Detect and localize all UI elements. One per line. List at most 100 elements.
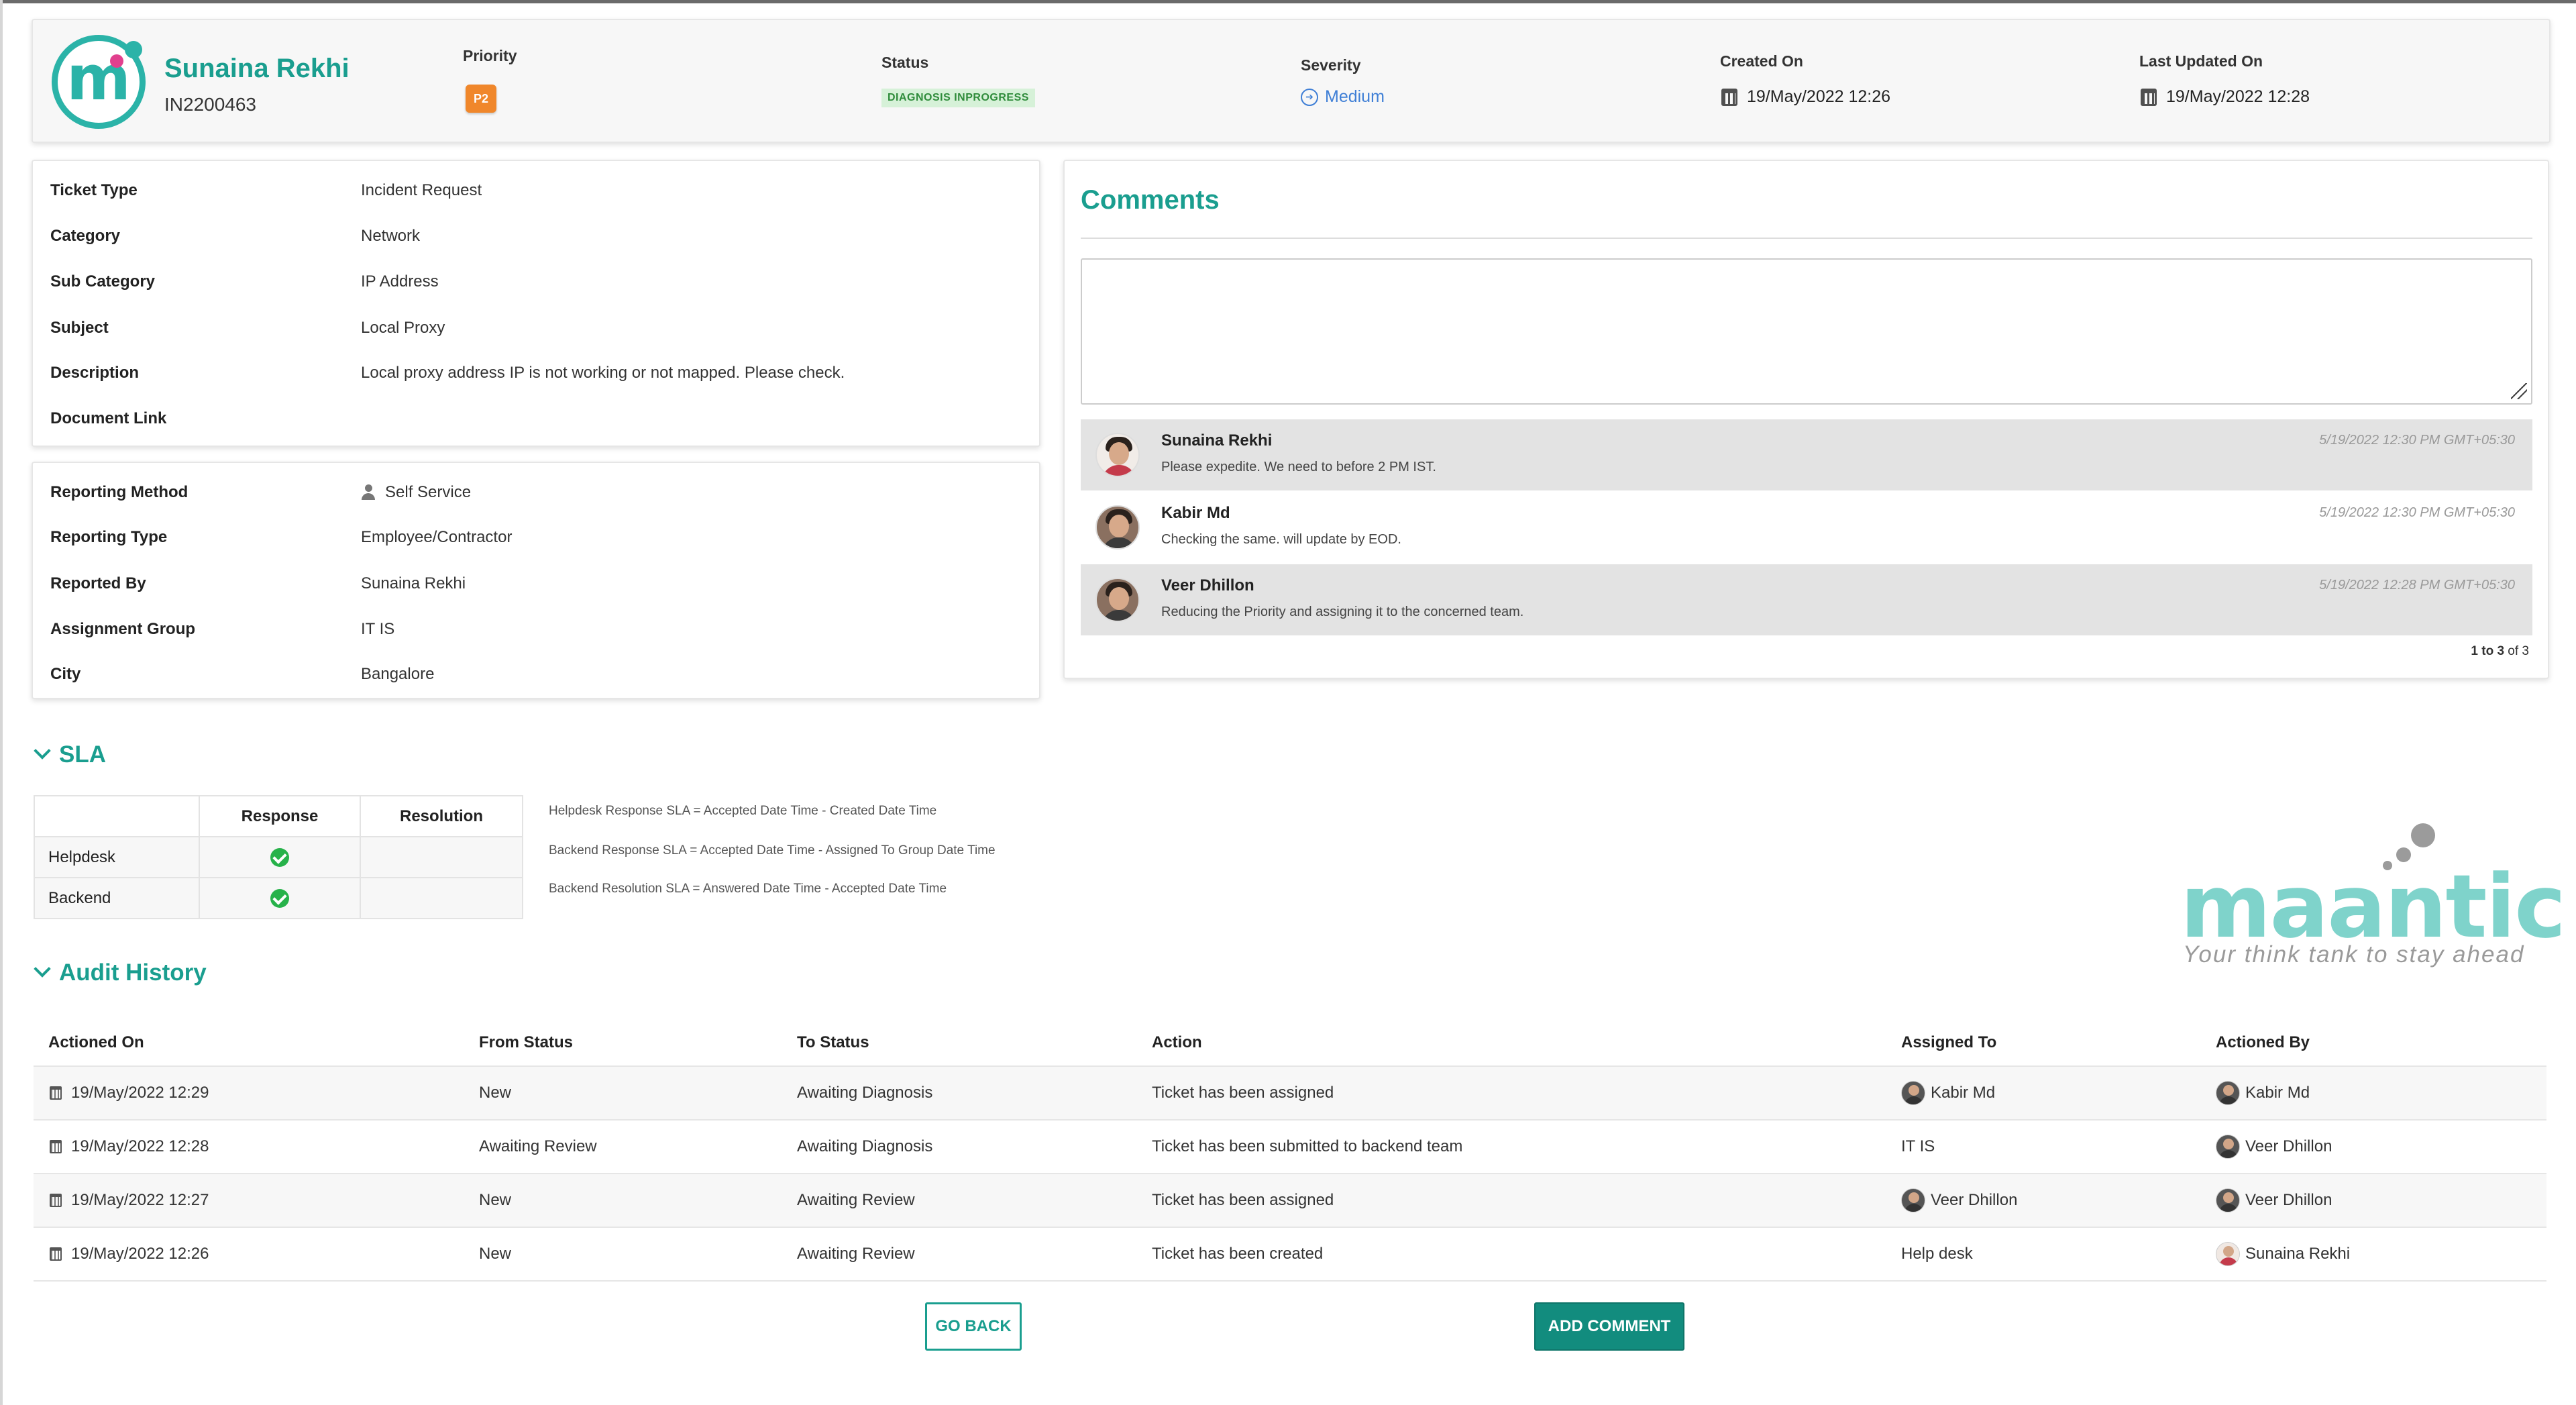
status-field: Status: [881, 54, 928, 72]
comment-input[interactable]: [1081, 258, 2532, 405]
avatar: [1095, 433, 1140, 477]
sla-response-cell: [199, 877, 361, 919]
audit-table-header: Actioned On From Status To Status Action…: [34, 1020, 2546, 1067]
avatar: [2216, 1135, 2240, 1159]
audit-section-toggle[interactable]: Audit History: [34, 959, 207, 986]
sla-row-backend: Backend: [34, 877, 523, 919]
reporting-value: Sunaina Rekhi: [361, 574, 466, 592]
audit-from-status: New: [479, 1245, 512, 1263]
detail-value: Local proxy address IP is not working or…: [361, 364, 845, 382]
priority-field: Priority: [463, 47, 517, 65]
sla-resolution-cell: [360, 877, 523, 919]
window-left-border: [0, 0, 3, 1405]
sla-note: Backend Response SLA = Accepted Date Tim…: [549, 843, 996, 857]
pager-range: 1 to 3: [2471, 644, 2505, 658]
comment-item: Kabir Md Checking the same. will update …: [1081, 492, 2532, 563]
audit-assigned-name: Kabir Md: [1931, 1084, 1996, 1102]
audit-date: 19/May/2022 12:27: [71, 1191, 209, 1209]
audit-actioned-on: 19/May/2022 12:29: [50, 1084, 209, 1102]
arrow-circle-icon: ➔: [1301, 88, 1318, 106]
created-label: Created On: [1720, 52, 1803, 70]
user-name: Sunaina Rekhi: [164, 54, 350, 83]
sla-note: Helpdesk Response SLA = Accepted Date Ti…: [549, 804, 937, 818]
comment-time: 5/19/2022 12:28 PM GMT+05:30: [2319, 578, 2515, 592]
table-row: 19/May/2022 12:27 New Awaiting Review Ti…: [34, 1174, 2546, 1228]
audit-actioned-by: Veer Dhillon: [2216, 1188, 2332, 1212]
table-row: 19/May/2022 12:26 New Awaiting Review Ti…: [34, 1228, 2546, 1282]
audit-action: Ticket has been created: [1152, 1245, 1324, 1263]
audit-actioned-on: 19/May/2022 12:27: [50, 1191, 209, 1210]
ticket-details-card: Ticket Type Incident Request Category Ne…: [32, 160, 1040, 447]
avatar: [1901, 1081, 1925, 1105]
brand-watermark: maantic Your think tank to stay ahead: [2180, 823, 2566, 976]
audit-col-actioned-on: Actioned On: [48, 1033, 144, 1051]
audit-to-status: Awaiting Review: [797, 1245, 915, 1263]
resize-handle-icon[interactable]: [2511, 383, 2527, 399]
sla-response-cell: [199, 836, 361, 878]
comment-text: Please expedite. We need to before 2 PM …: [1161, 460, 1436, 474]
sla-row-label: Backend: [34, 877, 200, 919]
detail-key: Subject: [50, 319, 109, 337]
audit-assigned-to: Help desk: [1901, 1245, 1973, 1263]
audit-col-actioned-by: Actioned By: [2216, 1033, 2310, 1051]
detail-key: Document Link: [50, 409, 167, 427]
audit-to-status: Awaiting Review: [797, 1191, 915, 1209]
created-field: Created On: [1720, 52, 1803, 70]
audit-col-from-status: From Status: [479, 1033, 574, 1051]
window-top-border: [0, 0, 2576, 3]
comment-text: Checking the same. will update by EOD.: [1161, 532, 1401, 547]
ticket-id: IN2200463: [164, 94, 257, 115]
created-date: 19/May/2022 12:26: [1747, 87, 1891, 106]
table-row: 19/May/2022 12:28 Awaiting Review Awaiti…: [34, 1121, 2546, 1174]
sla-header-response: Response: [199, 795, 361, 837]
comments-title: Comments: [1081, 185, 1220, 215]
person-icon: [361, 484, 376, 501]
priority-badge: P2: [466, 85, 496, 113]
comment-time: 5/19/2022 12:30 PM GMT+05:30: [2319, 505, 2515, 520]
reporting-key: Reporting Method: [50, 483, 189, 501]
avatar: [1095, 505, 1140, 550]
audit-title: Audit History: [59, 959, 207, 986]
detail-value: Incident Request: [361, 181, 482, 199]
chevron-down-icon: [34, 742, 51, 760]
brand-tagline: Your think tank to stay ahead: [2183, 941, 2525, 968]
comments-card: Comments Sunaina Rekhi Please expedite. …: [1063, 160, 2549, 679]
audit-date: 19/May/2022 12:28: [71, 1137, 209, 1155]
comment-item: Veer Dhillon Reducing the Priority and a…: [1081, 564, 2532, 635]
audit-actor-name: Veer Dhillon: [2245, 1191, 2332, 1209]
audit-actioned-by: Sunaina Rekhi: [2216, 1242, 2350, 1266]
status-label: Status: [881, 54, 929, 71]
comment-time: 5/19/2022 12:30 PM GMT+05:30: [2319, 433, 2515, 448]
audit-col-assigned-to: Assigned To: [1901, 1033, 1997, 1051]
reporting-value: Self Service: [361, 483, 471, 502]
comment-text: Reducing the Priority and assigning it t…: [1161, 605, 1524, 619]
audit-actioned-on: 19/May/2022 12:26: [50, 1245, 209, 1263]
ticket-header: m Sunaina Rekhi IN2200463 Priority P2 St…: [32, 19, 2551, 143]
calendar-icon: [50, 1247, 62, 1261]
sla-header-row: Response Resolution: [34, 795, 523, 837]
sla-header-blank: [34, 795, 200, 837]
sla-note: Backend Resolution SLA = Answered Date T…: [549, 882, 947, 896]
comments-pager: 1 to 3 of 3: [2471, 644, 2529, 659]
severity-label: Severity: [1301, 56, 1361, 74]
audit-actor-name: Sunaina Rekhi: [2245, 1245, 2351, 1263]
sla-header-resolution: Resolution: [360, 795, 523, 837]
avatar: [1095, 578, 1140, 622]
sla-section-toggle[interactable]: SLA: [34, 741, 106, 768]
audit-action: Ticket has been assigned: [1152, 1084, 1334, 1102]
detail-key: Sub Category: [50, 272, 156, 291]
reporting-value: IT IS: [361, 620, 395, 638]
add-comment-button[interactable]: ADD COMMENT: [1534, 1302, 1684, 1351]
audit-actioned-by: Kabir Md: [2216, 1081, 2310, 1105]
updated-value: 19/May/2022 12:28: [2141, 87, 2310, 107]
audit-from-status: New: [479, 1191, 512, 1209]
table-row: 19/May/2022 12:29 New Awaiting Diagnosis…: [34, 1067, 2546, 1121]
updated-label: Last Updated On: [2139, 52, 2263, 70]
audit-actioned-by: Veer Dhillon: [2216, 1135, 2332, 1159]
sla-row-label: Helpdesk: [34, 836, 200, 878]
go-back-button[interactable]: GO BACK: [925, 1302, 1022, 1351]
calendar-icon: [1721, 88, 1737, 106]
calendar-icon: [2141, 88, 2157, 106]
divider: [1081, 238, 2532, 239]
audit-action: Ticket has been submitted to backend tea…: [1152, 1137, 1463, 1155]
